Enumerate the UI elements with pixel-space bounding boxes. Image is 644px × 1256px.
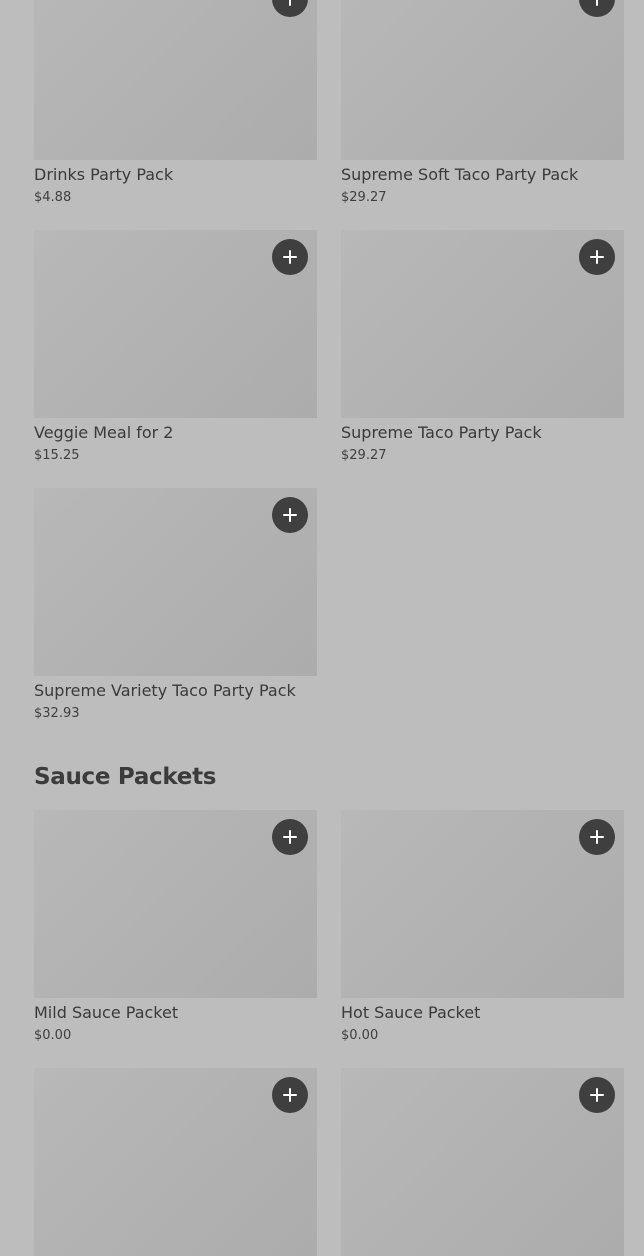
add-button[interactable] <box>272 819 308 855</box>
item-name[interactable]: Drinks Party Pack <box>34 165 173 185</box>
menu-item-card[interactable]: Supreme Taco Party Pack $29.27 <box>341 230 624 463</box>
menu-item-card[interactable]: Mild Sauce Packet $0.00 <box>34 810 317 1043</box>
plus-icon <box>591 0 603 6</box>
menu-item-card[interactable] <box>341 1068 624 1256</box>
item-image[interactable] <box>34 488 317 676</box>
item-price: $0.00 <box>34 1028 72 1043</box>
add-button[interactable] <box>272 239 308 275</box>
item-name[interactable]: Mild Sauce Packet <box>34 1003 178 1023</box>
plus-icon <box>283 508 297 522</box>
item-price: $15.25 <box>34 448 80 463</box>
plus-icon <box>590 1088 604 1102</box>
menu-item-card[interactable]: Supreme Soft Taco Party Pack $29.27 <box>341 0 624 205</box>
add-button[interactable] <box>272 1077 308 1113</box>
item-name[interactable]: Supreme Soft Taco Party Pack <box>341 165 578 185</box>
menu-item-card[interactable]: Supreme Variety Taco Party Pack $32.93 <box>34 488 317 721</box>
section-title: Sauce Packets <box>34 764 217 790</box>
add-button[interactable] <box>579 0 615 17</box>
item-name[interactable]: Veggie Meal for 2 <box>34 423 173 443</box>
item-price: $4.88 <box>34 190 72 205</box>
add-button[interactable] <box>579 1077 615 1113</box>
item-price: $32.93 <box>34 706 80 721</box>
item-name[interactable]: Supreme Taco Party Pack <box>341 423 542 443</box>
item-price: $29.27 <box>341 190 387 205</box>
plus-icon <box>283 830 297 844</box>
plus-icon <box>283 250 297 264</box>
item-price: $29.27 <box>341 448 387 463</box>
menu-item-card[interactable]: Veggie Meal for 2 $15.25 <box>34 230 317 463</box>
item-image[interactable] <box>341 0 624 160</box>
plus-icon <box>590 250 604 264</box>
menu-item-card[interactable]: Hot Sauce Packet $0.00 <box>341 810 624 1043</box>
add-button[interactable] <box>272 0 308 17</box>
add-button[interactable] <box>579 819 615 855</box>
plus-icon <box>283 1088 297 1102</box>
item-name[interactable]: Supreme Variety Taco Party Pack <box>34 681 296 701</box>
menu-item-card[interactable]: Drinks Party Pack $4.88 <box>34 0 317 205</box>
item-image[interactable] <box>34 1068 317 1256</box>
item-name[interactable]: Hot Sauce Packet <box>341 1003 480 1023</box>
add-button[interactable] <box>579 239 615 275</box>
item-image[interactable] <box>341 230 624 418</box>
item-price: $0.00 <box>341 1028 379 1043</box>
item-image[interactable] <box>34 0 317 160</box>
add-button[interactable] <box>272 497 308 533</box>
menu-item-card[interactable] <box>34 1068 317 1256</box>
item-image[interactable] <box>341 1068 624 1256</box>
item-image[interactable] <box>34 230 317 418</box>
item-image[interactable] <box>34 810 317 998</box>
plus-icon <box>284 0 296 6</box>
item-image[interactable] <box>341 810 624 998</box>
plus-icon <box>590 830 604 844</box>
